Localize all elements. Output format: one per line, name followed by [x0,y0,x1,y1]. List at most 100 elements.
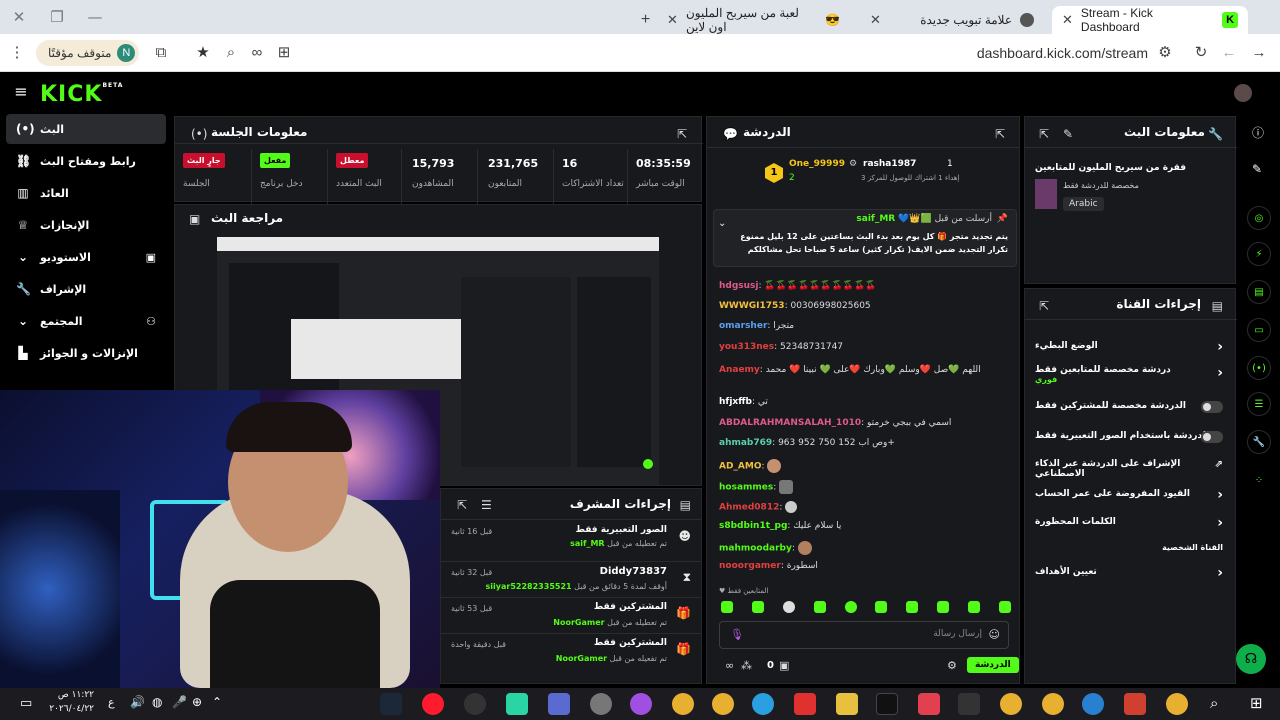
action-followers-only[interactable]: دردشة مخصصة للمتابعين فقط فوري › [1035,365,1223,389]
search-icon[interactable]: ⌕ [1210,694,1218,712]
window-close-icon[interactable]: ✕ [10,9,28,25]
window-restore-icon[interactable]: ❐ [48,9,66,25]
action-subscribers-only[interactable]: الدردشة مخصصة للمشتركين فقط [1035,401,1223,417]
app-icon[interactable] [918,693,940,715]
pinned-author[interactable]: saif_MR [856,214,895,224]
chat-username[interactable]: ABDALRAHMANSALAH_1010 [719,418,861,428]
info-icon[interactable]: ⓘ [1252,124,1264,141]
window-minimize-icon[interactable]: — [86,9,104,25]
windows-start-icon[interactable]: ⊞ [1250,694,1263,712]
tab-new-tab[interactable]: ✕ علامة تبويب جديدة [860,6,1044,34]
sidebar-item-achievements[interactable]: ♕ الإنجازات [6,210,166,240]
emote-icon[interactable] [968,601,980,613]
edit-pencil-icon[interactable]: ✎ [1063,127,1073,141]
action-user[interactable]: NoorGamer [556,654,607,663]
popout-icon[interactable]: ⇱ [457,498,467,512]
chat-username[interactable]: ahmab769 [719,438,772,448]
tray-app-icon[interactable]: ⊕ [192,695,202,709]
site-settings-icon[interactable]: ⚙ [1156,45,1174,61]
reading-mode-icon[interactable]: ∞ [248,45,266,61]
chat-username[interactable]: nooorgamer [719,561,781,571]
rail-camera-icon[interactable]: ◎ [1247,206,1271,230]
chrome-icon[interactable] [1166,693,1188,715]
chat-username[interactable]: Ahmed0812 [719,503,779,513]
sidebar-item-revenue[interactable]: ▥ العائد [6,178,166,208]
tab-kick-dashboard[interactable]: ✕ Stream - Kick Dashboard K [1052,6,1248,34]
popout-icon[interactable]: ⇱ [1039,299,1049,313]
chevron-down-icon[interactable]: ⌄ [718,218,726,229]
chrome-icon[interactable] [1000,693,1022,715]
chat-username[interactable]: you313nes [719,342,774,352]
app-icon[interactable] [548,693,570,715]
popout-icon[interactable]: ⇱ [677,127,687,141]
bookmark-star-icon[interactable]: ★ [194,45,212,61]
chat-input[interactable]: 🎙 إرسال رسالة ☺ [719,621,1009,649]
chrome-icon[interactable] [672,693,694,715]
chat-username[interactable]: hdgsusj [719,281,759,291]
zoom-icon[interactable]: ⌕ [222,45,240,61]
chat-username[interactable]: hosammes [719,483,773,493]
rail-list-icon[interactable]: ☰ [1247,392,1271,416]
forward-icon[interactable]: ← [1220,45,1238,61]
edge-icon[interactable] [1082,693,1104,715]
action-banned-words[interactable]: الكلمات المحظورة › [1035,515,1223,533]
action-user[interactable]: siiyar52282335521 [486,582,572,591]
gifter-name[interactable]: One_99999 [789,159,845,169]
emote-icon[interactable] [813,601,826,613]
action-set-goals[interactable]: تعيين الأهداف › [1035,565,1223,583]
chat-username[interactable]: AD_AMO [719,462,762,472]
network-icon[interactable]: ◍ [152,695,162,709]
subscribers-only-toggle[interactable] [1201,401,1223,413]
emote-icon[interactable] [937,601,950,613]
emote-icon[interactable] [998,601,1011,613]
sidebar-item-stream-key[interactable]: ⛓ رابط ومفتاح البث [6,146,166,176]
taskbar-language[interactable]: ع [108,696,115,709]
app-icon[interactable] [590,693,612,715]
extensions-icon[interactable]: ⧉ [152,45,170,61]
telegram-icon[interactable] [752,693,774,715]
action-emote-only[interactable]: الدردشة باستخدام الصور التعبيرية فقط [1035,431,1223,447]
user-avatar[interactable] [1234,84,1252,102]
kick-logo[interactable]: KICKBETA [40,82,123,107]
notification-icon[interactable]: ▭ [20,696,32,711]
taskbar-date[interactable]: ٢٠٢٦/٠٤/٢٢ [46,704,94,714]
popout-icon[interactable]: ⇱ [995,127,1005,141]
chat-username[interactable]: Anaemy [719,365,760,375]
opera-icon[interactable] [422,693,444,715]
taskbar-time[interactable]: ١١:٢٢ ص [46,690,94,700]
back-icon[interactable]: → [1250,45,1268,61]
rail-lightning-icon[interactable]: ⚡ [1247,242,1271,266]
sidebar-item-community[interactable]: ⌄ المجتمع ⚇ [6,306,166,336]
chat-username[interactable]: omarsher [719,321,767,331]
app-icon[interactable] [630,693,652,715]
emote-icon[interactable] [844,601,857,613]
emote-icon[interactable] [721,601,733,613]
app-icon[interactable] [1124,693,1146,715]
chat-username[interactable]: mahmoodarby [719,544,792,554]
app-icon[interactable] [506,693,528,715]
filter-icon[interactable]: ☰ [481,498,492,512]
app-icon[interactable] [794,693,816,715]
rail-broadcast-icon[interactable]: (•) [1247,356,1271,380]
send-chat-button[interactable]: الدردشة [967,657,1019,673]
url-text[interactable]: dashboard.kick.com/stream [977,45,1148,61]
volume-icon[interactable]: 🔊 [130,695,145,709]
hamburger-menu-icon[interactable]: ≡ [12,84,30,100]
obs-icon[interactable] [464,693,486,715]
tab-close-icon[interactable]: ✕ [1062,12,1073,28]
chrome-icon[interactable] [712,693,734,715]
emote-icon[interactable] [875,601,888,613]
tab-close-icon[interactable]: ✕ [870,12,881,28]
action-user[interactable]: NoorGamer [553,618,604,627]
emote-icon[interactable] [782,601,795,613]
mic-icon[interactable]: 🎙 [730,628,744,641]
action-user[interactable]: saif_MR [570,539,605,548]
emote-only-toggle[interactable] [1201,431,1223,443]
translate-icon[interactable]: ⊞ [275,45,293,61]
emote-icon[interactable] [751,601,764,613]
reload-icon[interactable]: ↻ [1192,45,1210,61]
rail-wrench-icon[interactable]: 🔧 [1247,430,1271,454]
profile-button[interactable]: متوقف مؤقتًا N [36,40,140,66]
chat-username[interactable]: WWWGI1753 [719,301,785,311]
steam-icon[interactable] [380,693,402,715]
